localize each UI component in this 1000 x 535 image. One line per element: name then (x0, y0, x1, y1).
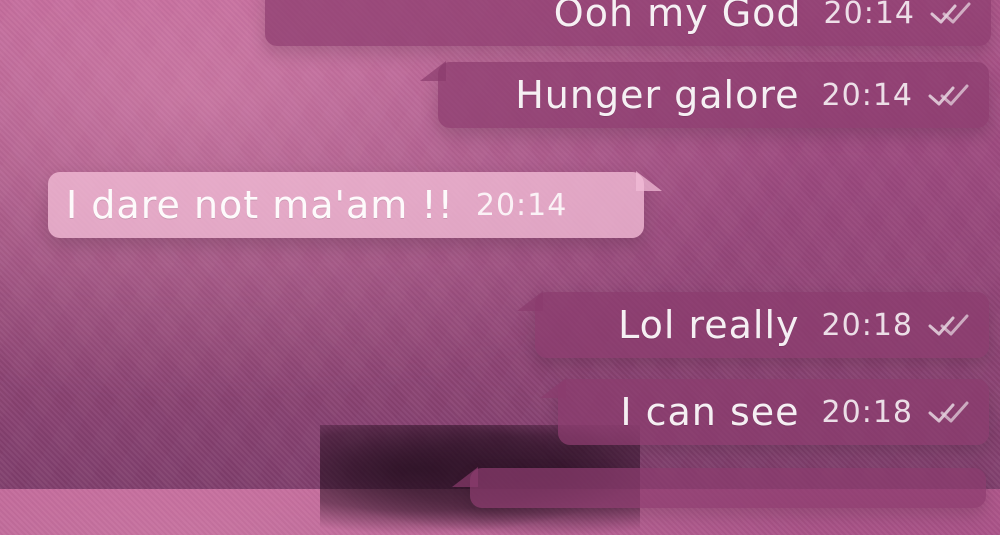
message-text: Ooh my God (553, 0, 802, 35)
message-time: 20:14 (475, 187, 568, 223)
message-time: 20:14 (821, 77, 913, 113)
message-text: Hunger galore (515, 73, 800, 117)
message-time: 20:18 (821, 394, 913, 430)
message-text: Lol really (618, 303, 800, 347)
message-bubble-incoming[interactable]: I dare not ma'am !! 20:14 (48, 172, 644, 238)
message-bubble-outgoing[interactable] (452, 467, 986, 508)
double-check-icon (927, 399, 971, 425)
message-bubble-outgoing[interactable]: Hunger galore 20:14 (420, 61, 989, 128)
message-text: I can see (620, 390, 800, 434)
message-time: 20:18 (821, 307, 913, 343)
message-bubble-outgoing[interactable]: I can see 20:18 (540, 378, 989, 445)
double-check-icon (927, 82, 971, 108)
message-bubble-outgoing[interactable]: Lol really 20:18 (517, 291, 989, 358)
message-bubble-outgoing[interactable]: Ooh my God 20:14 (265, 0, 991, 46)
message-time: 20:14 (823, 0, 915, 31)
double-check-icon (927, 312, 971, 338)
double-check-icon (929, 0, 973, 26)
message-text: I dare not ma'am !! (66, 183, 454, 227)
